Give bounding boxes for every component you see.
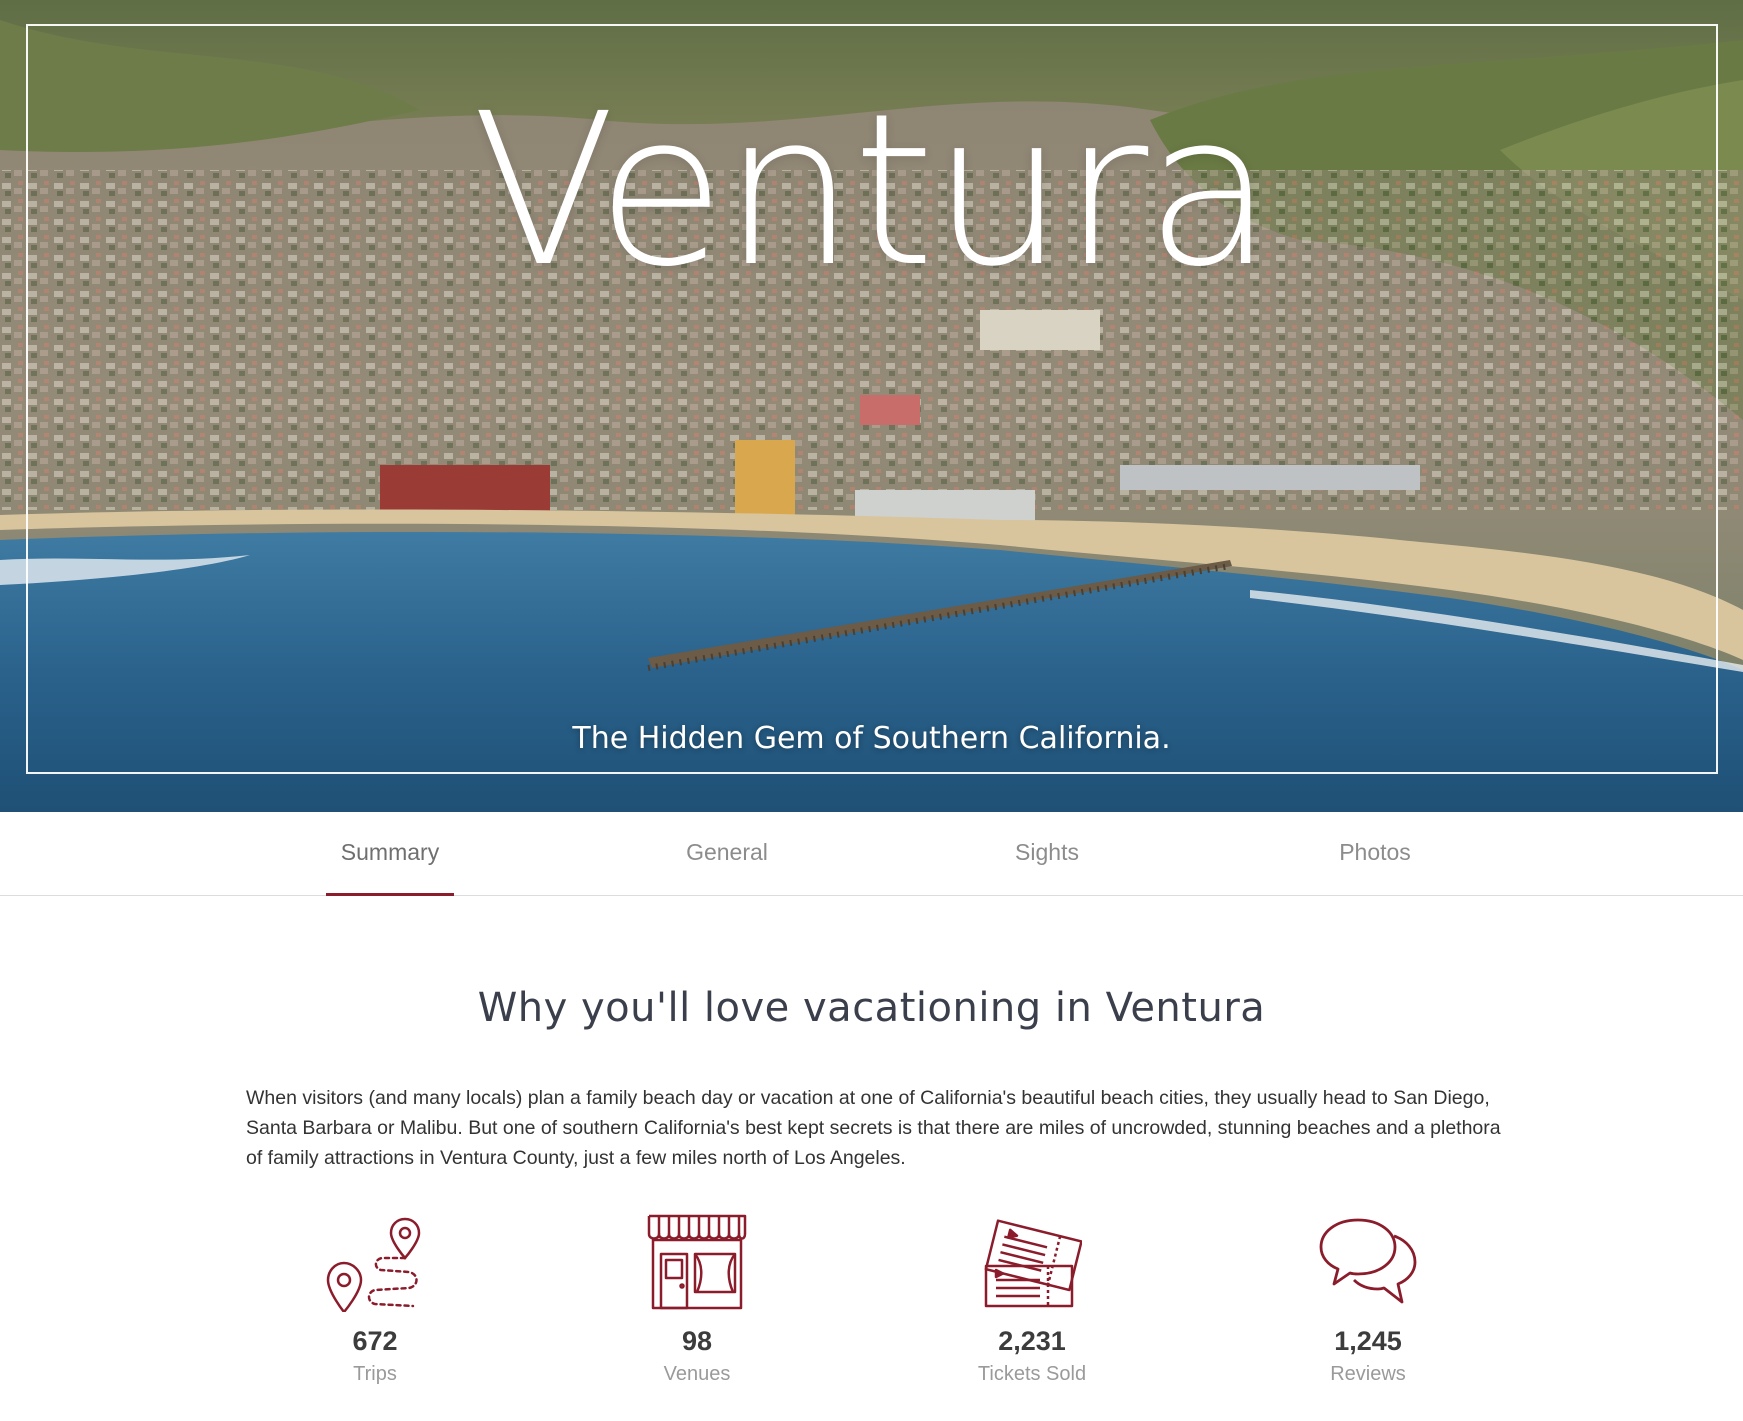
- storefront-icon: [597, 1212, 797, 1312]
- stat-venues-value: 98: [681, 1326, 713, 1356]
- tab-bar: Summary General Sights Photos: [0, 812, 1743, 896]
- stat-reviews-label: Reviews: [1330, 1363, 1406, 1385]
- stat-trips-label: Trips: [353, 1363, 397, 1385]
- stat-tickets: 2,231 Tickets Sold: [932, 1212, 1132, 1386]
- stat-tickets-value: 2,231: [998, 1326, 1066, 1356]
- section-heading: Why you'll love vacationing in Ventura: [477, 985, 1266, 1031]
- hero-title: Ventura: [471, 68, 1274, 313]
- tickets-icon: [932, 1212, 1132, 1312]
- stat-venues-label: Venues: [663, 1363, 731, 1385]
- stat-venues: 98 Venues: [597, 1212, 797, 1386]
- tab-summary[interactable]: Summary: [326, 812, 454, 896]
- stat-trips: 672 Trips: [275, 1212, 475, 1386]
- intro-paragraph: When visitors (and many locals) plan a f…: [246, 1087, 1501, 1169]
- tab-sights[interactable]: Sights: [1000, 812, 1094, 896]
- stat-reviews: 1,245 Reviews: [1268, 1212, 1468, 1386]
- speech-bubbles-icon: [1268, 1212, 1468, 1312]
- stat-reviews-value: 1,245: [1334, 1326, 1402, 1356]
- hero-subtitle: The Hidden Gem of Southern California.: [572, 721, 1171, 756]
- tab-photos[interactable]: Photos: [1320, 812, 1430, 896]
- map-route-icon: [275, 1212, 475, 1312]
- hero-banner: Ventura The Hidden Gem of Southern Calif…: [0, 0, 1743, 812]
- stat-trips-value: 672: [352, 1326, 398, 1356]
- tab-general[interactable]: General: [672, 812, 782, 896]
- stat-tickets-label: Tickets Sold: [977, 1363, 1087, 1385]
